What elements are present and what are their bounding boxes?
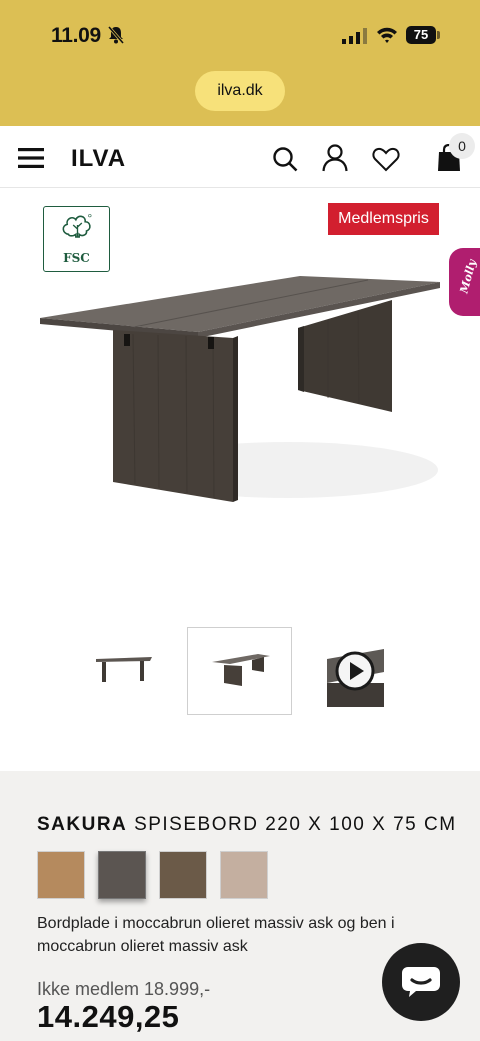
site-header: ILVA bbox=[0, 126, 480, 188]
wifi-icon bbox=[377, 27, 397, 43]
fsc-tree-icon bbox=[62, 214, 92, 238]
member-price-badge: Medlemspris bbox=[328, 203, 439, 235]
color-swatch-1[interactable] bbox=[37, 851, 85, 899]
battery-nub bbox=[437, 31, 440, 39]
status-time: 11.09 bbox=[51, 24, 101, 47]
signal-icon bbox=[342, 28, 367, 44]
browser-chrome: 11.09 75 ilva.dk bbox=[0, 0, 480, 126]
product-title: SAKURA SPISEBORD 220 X 100 X 75 CM bbox=[37, 814, 457, 836]
thumbnail-image-1 bbox=[96, 657, 152, 682]
thumbnail-image-2 bbox=[212, 654, 270, 686]
non-member-price: Ikke medlem 18.999,- bbox=[37, 979, 211, 999]
thumbnail-3-video[interactable] bbox=[303, 627, 408, 715]
thumbnail-image-3 bbox=[327, 649, 384, 707]
search-icon[interactable] bbox=[272, 146, 298, 172]
heart-icon[interactable] bbox=[372, 146, 400, 172]
product-image-table[interactable] bbox=[38, 270, 442, 510]
bell-muted-icon bbox=[107, 26, 125, 44]
color-swatch-4[interactable] bbox=[220, 851, 268, 899]
menu-icon[interactable] bbox=[18, 148, 44, 168]
molly-chat-tab[interactable]: Molly bbox=[449, 248, 480, 316]
thumbnail-2-selected[interactable] bbox=[187, 627, 292, 715]
url-bar[interactable]: ilva.dk bbox=[195, 71, 285, 111]
fsc-label: FSC bbox=[63, 251, 90, 265]
cart-count-badge: 0 bbox=[449, 133, 475, 159]
logo[interactable]: ILVA bbox=[71, 145, 126, 173]
chat-bubble-icon bbox=[402, 967, 440, 997]
member-price: 14.249,25 bbox=[37, 999, 180, 1034]
battery-level: 75 bbox=[406, 26, 436, 44]
color-swatch-3[interactable] bbox=[159, 851, 207, 899]
chat-button[interactable] bbox=[382, 943, 460, 1021]
product-title-name: SPISEBORD 220 X 100 X 75 CM bbox=[134, 814, 457, 835]
color-swatch-2-selected[interactable] bbox=[98, 851, 146, 899]
thumbnail-1[interactable] bbox=[72, 627, 177, 715]
product-title-brand: SAKURA bbox=[37, 814, 128, 835]
molly-label: Molly bbox=[457, 258, 479, 295]
product-description: Bordplade i moccabrun olieret massiv ask… bbox=[37, 915, 395, 955]
fsc-certification-badge: FSC bbox=[43, 206, 110, 272]
user-icon[interactable] bbox=[322, 144, 348, 172]
